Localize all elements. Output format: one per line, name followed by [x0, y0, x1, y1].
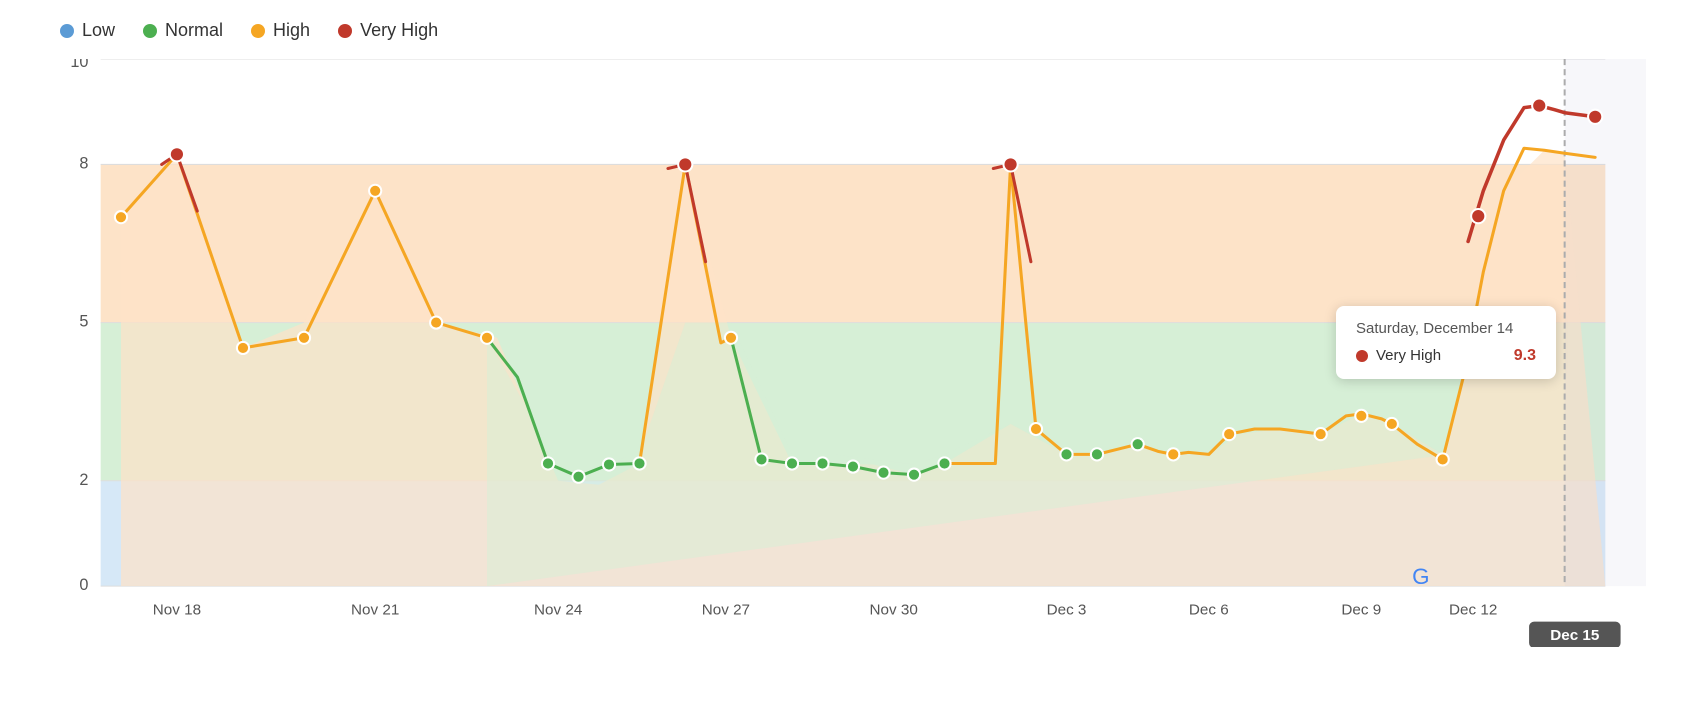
- y-label-10: 10: [70, 59, 88, 71]
- dot-nov21: [369, 185, 381, 197]
- chart-area: 10 8 5 2 0: [60, 59, 1646, 647]
- y-label-5: 5: [79, 313, 88, 331]
- legend-dot-high: [251, 24, 265, 38]
- tooltip-value: 9.3: [1514, 347, 1536, 365]
- legend-item-very-high: Very High: [338, 20, 438, 41]
- y-label-0: 0: [79, 576, 88, 594]
- dot-nov27-veryhigh: [678, 157, 692, 171]
- legend-label-high: High: [273, 20, 310, 41]
- dot-dec5-g: [1091, 448, 1103, 460]
- dot-nov28: [725, 332, 737, 344]
- dec15-badge-text: Dec 15: [1550, 627, 1600, 644]
- x-label-nov27: Nov 27: [702, 602, 750, 619]
- legend-label-very-high: Very High: [360, 20, 438, 41]
- chart-container: Low Normal High Very High: [0, 0, 1686, 718]
- dot-dec11: [1386, 418, 1398, 430]
- tooltip-label: Very High: [1356, 347, 1441, 364]
- dot-dec15-veryhigh: [1588, 110, 1602, 124]
- dot-dec6: [1167, 448, 1179, 460]
- dot-dec4: [1030, 423, 1042, 435]
- tooltip-category: Very High: [1376, 347, 1441, 364]
- dot-nov20: [298, 332, 310, 344]
- x-label-nov21: Nov 21: [351, 602, 399, 619]
- x-label-dec9: Dec 9: [1341, 602, 1381, 619]
- dot-dec3-g: [938, 457, 950, 469]
- legend-item-normal: Normal: [143, 20, 223, 41]
- dot-nov22: [430, 317, 442, 329]
- legend-dot-low: [60, 24, 74, 38]
- tooltip-dot: [1356, 350, 1368, 362]
- google-logo: G: [1412, 564, 1429, 589]
- legend: Low Normal High Very High: [60, 20, 1646, 41]
- dot-dec4b-g: [1060, 448, 1072, 460]
- y-label-8: 8: [79, 155, 88, 173]
- dot-dec2b-g: [908, 469, 920, 481]
- chart-tooltip: Saturday, December 14 Very High 9.3: [1336, 306, 1556, 379]
- dot-dec10: [1355, 410, 1367, 422]
- dot-dec1-g: [816, 457, 828, 469]
- legend-label-normal: Normal: [165, 20, 223, 41]
- dot-nov25b-g: [603, 458, 615, 470]
- dot-nov23: [481, 332, 493, 344]
- dot-nov25-g: [572, 471, 584, 483]
- dot-dec1b-g: [847, 460, 859, 472]
- dot-nov29-g: [755, 453, 767, 465]
- dot-dec5b-g: [1132, 438, 1144, 450]
- x-label-dec3: Dec 3: [1047, 602, 1087, 619]
- legend-label-low: Low: [82, 20, 115, 41]
- dot-nov19: [237, 342, 249, 354]
- legend-dot-very-high: [338, 24, 352, 38]
- y-label-2: 2: [79, 471, 88, 489]
- tooltip-row: Very High 9.3: [1356, 347, 1536, 365]
- dot-nov30-g: [786, 457, 798, 469]
- dot-nov16: [115, 211, 127, 223]
- x-label-nov18: Nov 18: [153, 602, 201, 619]
- dot-dec12: [1437, 453, 1449, 465]
- x-label-dec12: Dec 12: [1449, 602, 1497, 619]
- dot-dec9: [1315, 428, 1327, 440]
- dot-dec14-veryhigh: [1532, 99, 1546, 113]
- tooltip-title: Saturday, December 14: [1356, 320, 1536, 337]
- dec15-shade: [1565, 59, 1646, 586]
- dot-dec2-g: [877, 467, 889, 479]
- legend-item-low: Low: [60, 20, 115, 41]
- dot-dec3-veryhigh: [1003, 157, 1017, 171]
- dot-dec7: [1223, 428, 1235, 440]
- x-label-nov30: Nov 30: [870, 602, 918, 619]
- legend-dot-normal: [143, 24, 157, 38]
- dot-nov26-g: [633, 457, 645, 469]
- dot-nov18-veryhigh: [170, 147, 184, 161]
- dot-nov24-g: [542, 457, 554, 469]
- dot-dec13-veryhigh: [1471, 209, 1485, 223]
- x-label-nov24: Nov 24: [534, 602, 583, 619]
- legend-item-high: High: [251, 20, 310, 41]
- x-label-dec6: Dec 6: [1189, 602, 1229, 619]
